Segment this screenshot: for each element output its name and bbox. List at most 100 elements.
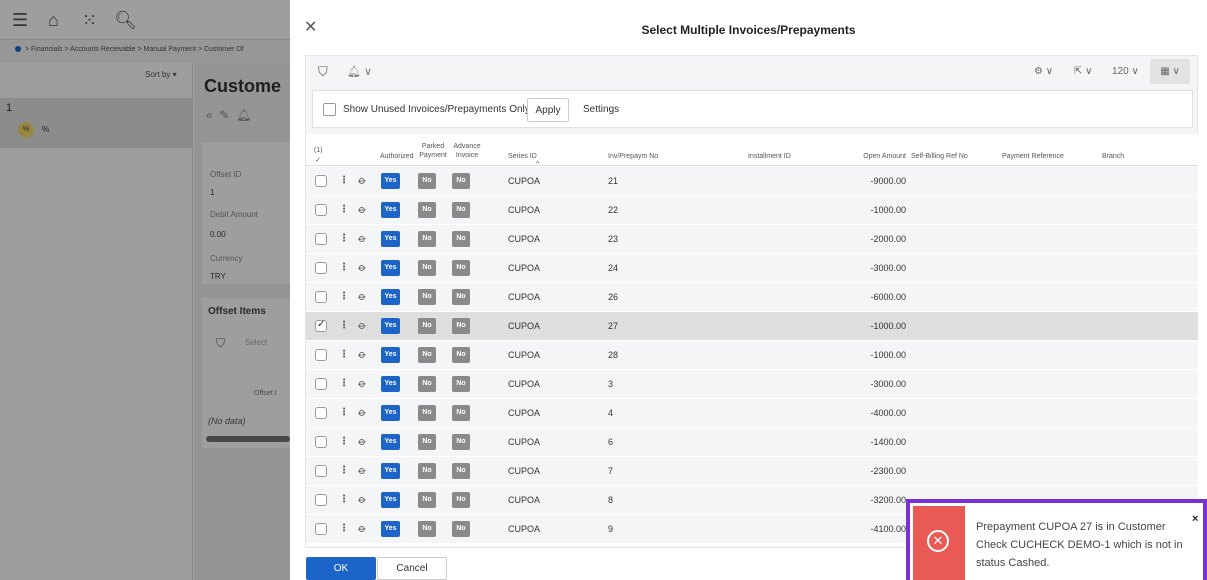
open-amount-cell: -3200.00 [870,495,906,505]
row-select-checkbox[interactable] [315,319,327,332]
advance-invoice-badge: No [452,405,470,421]
authorized-badge: Yes [381,289,400,305]
table-row[interactable]: ⋮ ⌀ Yes No No CUPOA 4 -4000.00 [306,399,1198,428]
attachment-clip-icon[interactable]: ⌀ [356,173,369,187]
attachment-clip-icon[interactable]: ⌀ [356,260,369,274]
row-more-icon[interactable]: ⋮ [339,436,349,447]
row-more-icon[interactable]: ⋮ [339,378,349,389]
modal-backdrop[interactable] [0,0,290,580]
authorized-badge: Yes [381,521,400,537]
toast-message: Prepayment CUPOA 27 is in Customer Check… [976,521,1183,569]
row-more-icon[interactable]: ⋮ [339,407,349,418]
row-select-checkbox[interactable] [315,262,327,274]
row-more-icon[interactable]: ⋮ [339,233,349,244]
row-select-checkbox[interactable] [315,407,327,419]
attachment-clip-icon[interactable]: ⌀ [356,521,369,535]
select-invoices-dialog: ✕ Select Multiple Invoices/Prepayments ⛉… [290,0,1207,580]
column-authorized[interactable]: Authorized [380,152,413,161]
settings-link[interactable]: Settings [583,104,619,115]
advance-invoice-badge: No [452,173,470,189]
row-more-icon[interactable]: ⋮ [339,320,349,331]
authorized-badge: Yes [381,260,400,276]
inv-no-cell: 8 [608,495,614,505]
table-row[interactable]: ⋮ ⌀ Yes No No CUPOA 6 -1400.00 [306,428,1198,457]
table-row[interactable]: ⋮ ⌀ Yes No No CUPOA 24 -3000.00 [306,254,1198,283]
apply-button[interactable]: Apply [527,98,569,122]
row-more-icon[interactable]: ⋮ [339,204,349,215]
row-more-icon[interactable]: ⋮ [339,175,349,186]
row-more-icon[interactable]: ⋮ [339,262,349,273]
attachment-clip-icon[interactable]: ⌀ [356,231,369,245]
bell-icon[interactable]: 🔔︎ ∨ [347,65,372,78]
column-installment-id[interactable]: Installment ID [748,152,791,161]
attachment-clip-icon[interactable]: ⌀ [356,202,369,216]
table-row[interactable]: ⋮ ⌀ Yes No No CUPOA 21 -9000.00 [306,167,1198,196]
row-more-icon[interactable]: ⋮ [339,349,349,360]
table-row[interactable]: ⋮ ⌀ Yes No No CUPOA 3 -3000.00 [306,370,1198,399]
series-id-cell: CUPOA [508,292,541,302]
table-row[interactable]: ⋮ ⌀ Yes No No CUPOA 23 -2000.00 [306,225,1198,254]
row-more-icon[interactable]: ⋮ [339,465,349,476]
table-row[interactable]: ⋮ ⌀ Yes No No CUPOA 7 -2300.00 [306,457,1198,486]
attachment-clip-icon[interactable]: ⌀ [356,318,369,332]
column-series-id[interactable]: Series ID [508,152,537,161]
table-row[interactable]: ⋮ ⌀ Yes No No CUPOA 26 -6000.00 [306,283,1198,312]
row-select-checkbox[interactable] [315,291,327,303]
error-toast: ✕ Prepayment CUPOA 27 is in Customer Che… [906,499,1207,580]
filter-icon[interactable]: ⛉ [318,64,328,80]
export-icon[interactable]: ⇱ ∨ [1074,66,1092,77]
column-self-billing[interactable]: Self-Billing Ref No [911,152,968,161]
attachment-clip-icon[interactable]: ⌀ [356,463,369,477]
invoices-grid: (1) ✓ Authorized Parked Payment Advance In… [306,134,1198,546]
toast-error-strip: ✕ [913,506,965,580]
series-id-cell: CUPOA [508,234,541,244]
ok-button[interactable]: OK [306,557,376,580]
column-open-amount[interactable]: Open Amount [826,152,906,161]
attachment-clip-icon[interactable]: ⌀ [356,492,369,506]
table-row[interactable]: ⋮ ⌀ Yes No No CUPOA 22 -1000.00 [306,196,1198,225]
row-more-icon[interactable]: ⋮ [339,523,349,534]
layout-toggle-icon[interactable]: ▦ ∨ [1150,59,1190,84]
show-unused-checkbox[interactable] [323,103,336,116]
column-payment-reference[interactable]: Payment Reference [1002,152,1064,161]
row-select-checkbox[interactable] [315,204,327,216]
inv-no-cell: 22 [608,205,619,215]
table-row[interactable]: ⋮ ⌀ Yes No No CUPOA 28 -1000.00 [306,341,1198,370]
select-all-icon[interactable]: ✓ [315,156,321,165]
series-id-cell: CUPOA [508,408,541,418]
attachment-clip-icon[interactable]: ⌀ [356,289,369,303]
advance-invoice-badge: No [452,318,470,334]
column-inv-no[interactable]: Inv/Prepaym No [608,152,658,161]
row-more-icon[interactable]: ⋮ [339,494,349,505]
series-id-cell: CUPOA [508,263,541,273]
authorized-badge: Yes [381,463,400,479]
inv-no-cell: 24 [608,263,619,273]
row-select-checkbox[interactable] [315,175,327,187]
parked-payment-badge: No [418,202,436,218]
row-more-icon[interactable]: ⋮ [339,291,349,302]
attachment-clip-icon[interactable]: ⌀ [356,434,369,448]
settings-gear-icon[interactable]: ⚙ ∨ [1034,66,1053,77]
column-parked-payment[interactable]: Parked Payment [418,142,448,160]
row-select-checkbox[interactable] [315,494,327,506]
row-select-checkbox[interactable] [315,436,327,448]
toast-close-icon[interactable]: × [1192,513,1198,525]
authorized-badge: Yes [381,231,400,247]
column-advance-invoice[interactable]: Advance Invoice [452,142,482,160]
parked-payment-badge: No [418,521,436,537]
row-select-checkbox[interactable] [315,465,327,477]
advance-invoice-badge: No [452,231,470,247]
cancel-button[interactable]: Cancel [377,557,447,580]
row-select-checkbox[interactable] [315,523,327,535]
attachment-clip-icon[interactable]: ⌀ [356,376,369,390]
row-select-checkbox[interactable] [315,233,327,245]
row-select-checkbox[interactable] [315,349,327,361]
table-row[interactable]: ⋮ ⌀ Yes No No CUPOA 27 -1000.00 [306,312,1198,341]
advance-invoice-badge: No [452,521,470,537]
page-size-select[interactable]: 120 ∨ [1112,66,1139,77]
attachment-clip-icon[interactable]: ⌀ [356,347,369,361]
series-id-cell: CUPOA [508,379,541,389]
row-select-checkbox[interactable] [315,378,327,390]
attachment-clip-icon[interactable]: ⌀ [356,405,369,419]
column-branch[interactable]: Branch [1102,152,1124,161]
